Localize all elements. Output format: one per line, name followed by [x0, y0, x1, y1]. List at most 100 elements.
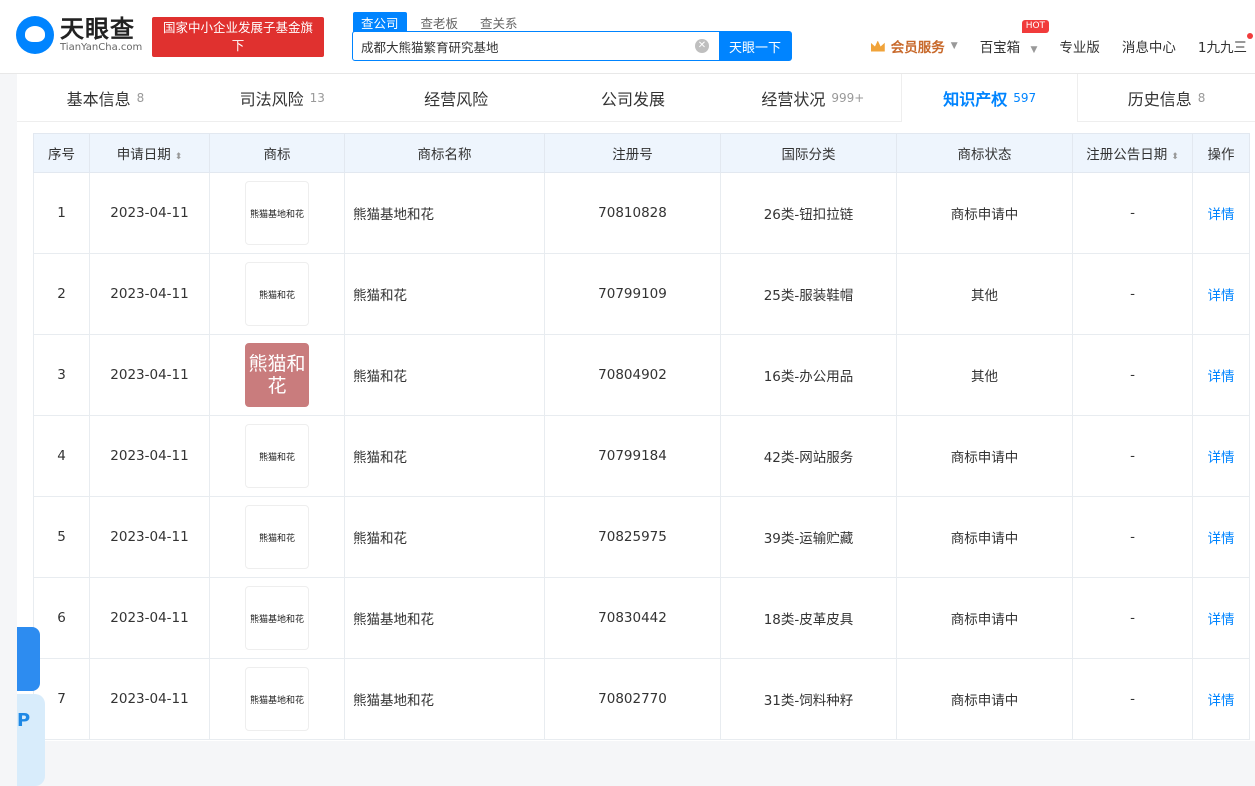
cell-no: 5 [33, 496, 90, 578]
cell-pub-date: - [1072, 496, 1193, 578]
tab-company-development[interactable]: 公司发展 [548, 74, 725, 122]
tab-business-risk[interactable]: 经营风险 [371, 74, 548, 122]
cell-apply-date: 2023-04-11 [89, 496, 210, 578]
search-tabs: 查公司 查老板 查关系 [353, 12, 532, 33]
top-bar: 天眼查 TianYanCha.com 国家中小企业发展子基金旗下 官方备案企业征… [0, 0, 1255, 74]
cell-class: 16类-办公用品 [720, 334, 897, 416]
cell-logo: 熊猫和花 [209, 253, 345, 335]
cell-pub-date: - [1072, 172, 1193, 254]
cell-action: 详情 [1192, 172, 1250, 254]
logo-title: 天眼查 [60, 15, 135, 43]
gov-badge: 国家中小企业发展子基金旗下 官方备案企业征信机构 [152, 17, 324, 71]
cell-action: 详情 [1192, 334, 1250, 416]
cell-apply-date: 2023-04-11 [89, 172, 210, 254]
tab-boss-search[interactable]: 查老板 [413, 12, 467, 33]
cell-logo: 熊猫和花 [209, 334, 345, 416]
top-nav: 会员服务 ▼ 百宝箱 ▼ HOT 专业版 消息中心 1九九三 [849, 20, 1255, 56]
tab-history-info[interactable]: 历史信息 8 [1078, 74, 1255, 122]
table-header-row: 序号 申请日期 ⬍ 商标 商标名称 注册号 国际分类 商标状态 注册公告日期 ⬍ 操… [33, 133, 1250, 173]
trademark-image[interactable]: 熊猫和花 [245, 262, 309, 326]
sort-icon: ⬍ [1171, 152, 1179, 162]
cell-logo: 熊猫和花 [209, 496, 345, 578]
cell-pub-date: - [1072, 415, 1193, 497]
cell-class: 42类-网站服务 [720, 415, 897, 497]
col-header-status: 商标状态 [896, 133, 1073, 173]
cell-apply-date: 2023-04-11 [89, 415, 210, 497]
sort-icon: ⬍ [174, 152, 183, 162]
detail-link[interactable]: 详情 [1208, 207, 1235, 223]
cell-class: 39类-运输贮藏 [720, 496, 897, 578]
cell-action: 详情 [1192, 415, 1250, 497]
tab-relation-search[interactable]: 查关系 [472, 12, 526, 33]
trademark-image[interactable]: 熊猫基地和花 [245, 586, 309, 650]
cell-no: 2 [33, 253, 90, 335]
trademark-image[interactable]: 熊猫和花 [245, 505, 309, 569]
trademark-table: 序号 申请日期 ⬍ 商标 商标名称 注册号 国际分类 商标状态 注册公告日期 ⬍ 操… [33, 133, 1250, 740]
detail-link[interactable]: 详情 [1208, 288, 1235, 304]
tab-business-status[interactable]: 经营状况 999+ [724, 74, 901, 122]
table-row: 7 2023-04-11 熊猫基地和花 熊猫基地和花 70802770 31类-饲料种籽商… [33, 658, 1250, 740]
cell-pub-date: - [1072, 658, 1193, 740]
cell-class: 31类-饲料种籽 [720, 658, 897, 740]
pro-version-link[interactable]: 专业版 [1059, 36, 1100, 56]
toolbox-menu[interactable]: 百宝箱 ▼ HOT [980, 20, 1050, 56]
crown-icon [870, 40, 885, 52]
logo-subtitle: TianYanCha.com [60, 42, 143, 53]
chevron-down-icon: ▼ [1030, 45, 1038, 55]
tab-basic-info[interactable]: 基本信息 8 [17, 74, 194, 122]
tab-intellectual-property[interactable]: 知识产权 597 [901, 74, 1079, 122]
cell-reg-no: 70810828 [544, 172, 721, 254]
detail-link[interactable]: 详情 [1208, 450, 1235, 466]
side-float-widget[interactable] [17, 627, 40, 691]
cell-name: 熊猫基地和花 [344, 172, 545, 254]
table-row: 6 2023-04-11 熊猫基地和花 熊猫基地和花 70830442 18类-皮革皮具商… [33, 577, 1250, 659]
cell-pub-date: - [1072, 577, 1193, 659]
search-button[interactable]: 天眼一下 [719, 32, 791, 60]
table-row: 4 2023-04-11 熊猫和花 熊猫和花 70799184 42类-网站服务 商标申请中… [33, 415, 1250, 497]
tab-judicial-risk[interactable]: 司法风险 13 [194, 74, 371, 122]
cell-reg-no: 70799109 [544, 253, 721, 335]
cell-reg-no: 70825975 [544, 496, 721, 578]
cell-status: 商标申请中 [896, 172, 1073, 254]
search-box: ✕ 天眼一下 [352, 31, 792, 61]
user-menu[interactable]: 1九九三 [1198, 33, 1253, 56]
clear-icon[interactable]: ✕ [695, 39, 709, 53]
cell-status: 商标申请中 [896, 415, 1073, 497]
cell-reg-no: 70804902 [544, 334, 721, 416]
tab-company-search[interactable]: 查公司 [353, 12, 407, 33]
trademark-image[interactable]: 熊猫和花 [245, 424, 309, 488]
cell-name: 熊猫和花 [344, 253, 545, 335]
cell-no: 6 [33, 577, 90, 659]
col-header-logo: 商标 [209, 133, 345, 173]
site-logo[interactable]: 天眼查 TianYanCha.com [16, 16, 142, 54]
detail-link[interactable]: 详情 [1208, 612, 1235, 628]
trademark-image[interactable]: 熊猫基地和花 [245, 667, 309, 731]
app-download-widget[interactable]: P [17, 694, 45, 786]
detail-link[interactable]: 详情 [1208, 693, 1235, 709]
detail-link[interactable]: 详情 [1208, 531, 1235, 547]
cell-class: 25类-服装鞋帽 [720, 253, 897, 335]
vip-service-menu[interactable]: 会员服务 ▼ [870, 36, 958, 56]
search-input[interactable] [353, 32, 695, 60]
cell-status: 商标申请中 [896, 496, 1073, 578]
cell-name: 熊猫和花 [344, 334, 545, 416]
table-row: 2 2023-04-11 熊猫和花 熊猫和花 70799109 25类-服装鞋帽 其他 - 详情 [33, 253, 1250, 335]
detail-link[interactable]: 详情 [1208, 369, 1235, 385]
trademark-image[interactable]: 熊猫和花 [245, 343, 309, 407]
cell-name: 熊猫和花 [344, 415, 545, 497]
col-header-pub-date[interactable]: 注册公告日期 ⬍ [1072, 133, 1193, 173]
col-header-class: 国际分类 [720, 133, 897, 173]
col-header-apply-date[interactable]: 申请日期 ⬍ [89, 133, 210, 173]
cell-status: 其他 [896, 253, 1073, 335]
cell-logo: 熊猫基地和花 [209, 577, 345, 659]
cell-no: 3 [33, 334, 90, 416]
cell-action: 详情 [1192, 658, 1250, 740]
cell-apply-date: 2023-04-11 [89, 577, 210, 659]
col-header-action: 操作 [1192, 133, 1250, 173]
eye-logo-icon [16, 16, 54, 54]
message-center-link[interactable]: 消息中心 [1122, 36, 1176, 56]
cell-class: 26类-钮扣拉链 [720, 172, 897, 254]
trademark-image[interactable]: 熊猫基地和花 [245, 181, 309, 245]
table-row: 3 2023-04-11 熊猫和花 熊猫和花 70804902 16类-办公用品 其他 - 详情 [33, 334, 1250, 416]
cell-status: 其他 [896, 334, 1073, 416]
